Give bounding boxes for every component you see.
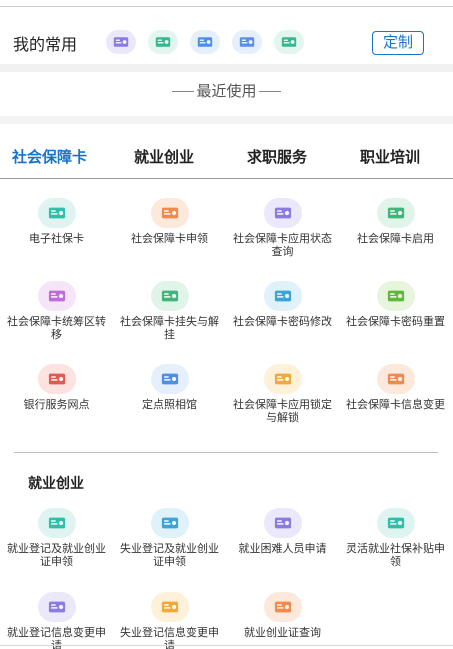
service-item[interactable]: 社会保障卡启用: [339, 198, 452, 245]
dash-right: [258, 91, 281, 92]
service-item[interactable]: 就业登记信息变更申请: [0, 592, 113, 649]
employment-section-title: 就业创业: [28, 476, 84, 492]
service-item-label: 社会保障卡信息变更: [346, 398, 445, 411]
service-item-label: 社会保障卡密码重置: [346, 315, 445, 328]
service-item[interactable]: 就业登记及就业创业证申领: [0, 508, 113, 568]
category-tabs: 社会保障卡 就业创业 求职服务 职业培训: [0, 138, 453, 178]
tabs-underline: [0, 178, 453, 179]
service-item[interactable]: 社会保障卡应用状态查询: [226, 198, 339, 258]
service-item[interactable]: 就业困难人员申请: [226, 508, 339, 555]
service-item[interactable]: 社会保障卡密码重置: [339, 281, 452, 328]
service-item-label: 社会保障卡统筹区转移: [7, 315, 106, 341]
service-item-label: 社会保障卡密码修改: [233, 315, 332, 328]
service-item[interactable]: 失业登记信息变更申请: [113, 592, 226, 649]
favorites-title: 我的常用: [13, 35, 78, 54]
service-item-label: 就业创业证查询: [244, 626, 321, 639]
tab-employment[interactable]: 就业创业: [134, 146, 194, 167]
photo-studio-icon: [150, 364, 189, 394]
section-gap-2: [0, 116, 453, 124]
top-divider: [0, 6, 453, 7]
service-item-label: 社会保障卡启用: [357, 232, 434, 245]
card-apply-icon: [150, 198, 189, 228]
bank-icon: [37, 364, 76, 394]
service-item-label: 社会保障卡应用状态查询: [233, 232, 332, 258]
service-item[interactable]: 电子社保卡: [0, 198, 113, 245]
certificate-search-icon: [263, 592, 302, 622]
service-item[interactable]: 银行服务网点: [0, 364, 113, 411]
tab-job-services[interactable]: 求职服务: [247, 146, 307, 167]
service-item-label: 灵活就业社保补贴申领: [346, 542, 445, 568]
certificate-icon[interactable]: [190, 30, 220, 54]
id-card-search-icon[interactable]: [106, 30, 136, 54]
tab-vocational-training[interactable]: 职业培训: [360, 146, 420, 167]
customize-button[interactable]: 定制: [372, 31, 424, 55]
edit-card-icon[interactable]: [148, 30, 178, 54]
service-item[interactable]: 社会保障卡密码修改: [226, 281, 339, 328]
service-item-label: 失业登记及就业创业证申领: [120, 542, 219, 568]
card-info-change-icon: [376, 364, 415, 394]
service-item[interactable]: 社会保障卡信息变更: [339, 364, 452, 411]
password-edit-icon: [263, 281, 302, 311]
service-item-label: 社会保障卡申领: [131, 232, 208, 245]
tab-social-card[interactable]: 社会保障卡: [12, 146, 87, 167]
recent-used-heading: 最近使用: [0, 80, 453, 102]
section-divider: [14, 452, 438, 453]
service-item-label: 就业登记及就业创业证申领: [7, 542, 106, 568]
recent-used-title: 最近使用: [196, 82, 257, 100]
dash-left: [172, 91, 195, 92]
service-item-label: 银行服务网点: [23, 398, 90, 411]
service-item[interactable]: 社会保障卡应用锁定与解锁: [226, 364, 339, 424]
service-item-label: 定点照相馆: [142, 398, 197, 411]
service-item[interactable]: 灵活就业社保补贴申领: [339, 508, 452, 568]
printer-icon[interactable]: [232, 30, 262, 54]
favorites-bar: 我的常用 定制: [0, 14, 453, 66]
service-item[interactable]: 社会保障卡申领: [113, 198, 226, 245]
card-status-search-icon: [263, 198, 302, 228]
unemployment-register-icon: [150, 508, 189, 538]
service-item[interactable]: 失业登记及就业创业证申领: [113, 508, 226, 568]
service-item-label: 电子社保卡: [29, 232, 84, 245]
service-item[interactable]: 就业创业证查询: [226, 592, 339, 639]
service-item[interactable]: 定点照相馆: [113, 364, 226, 411]
service-item[interactable]: 社会保障卡挂失与解挂: [113, 281, 226, 341]
employment-register-icon: [37, 508, 76, 538]
card-transfer-icon: [37, 281, 76, 311]
e-social-card-icon: [37, 198, 76, 228]
service-item[interactable]: 社会保障卡统筹区转移: [0, 281, 113, 341]
card-activate-icon: [376, 198, 415, 228]
unemployment-info-change-icon: [150, 592, 189, 622]
subsidy-icon: [376, 508, 415, 538]
difficulty-apply-icon: [263, 508, 302, 538]
service-item-label: 社会保障卡挂失与解挂: [120, 315, 219, 341]
employment-info-change-icon: [37, 592, 76, 622]
card-report-loss-icon: [150, 281, 189, 311]
service-item-label: 社会保障卡应用锁定与解锁: [233, 398, 332, 424]
id-card-icon[interactable]: [274, 30, 304, 54]
password-reset-icon: [376, 281, 415, 311]
service-item-label: 就业困难人员申请: [238, 542, 327, 555]
bottom-divider: [0, 645, 453, 646]
favorites-icons: [106, 30, 304, 54]
section-gap: [0, 64, 453, 72]
card-lock-icon: [263, 364, 302, 394]
